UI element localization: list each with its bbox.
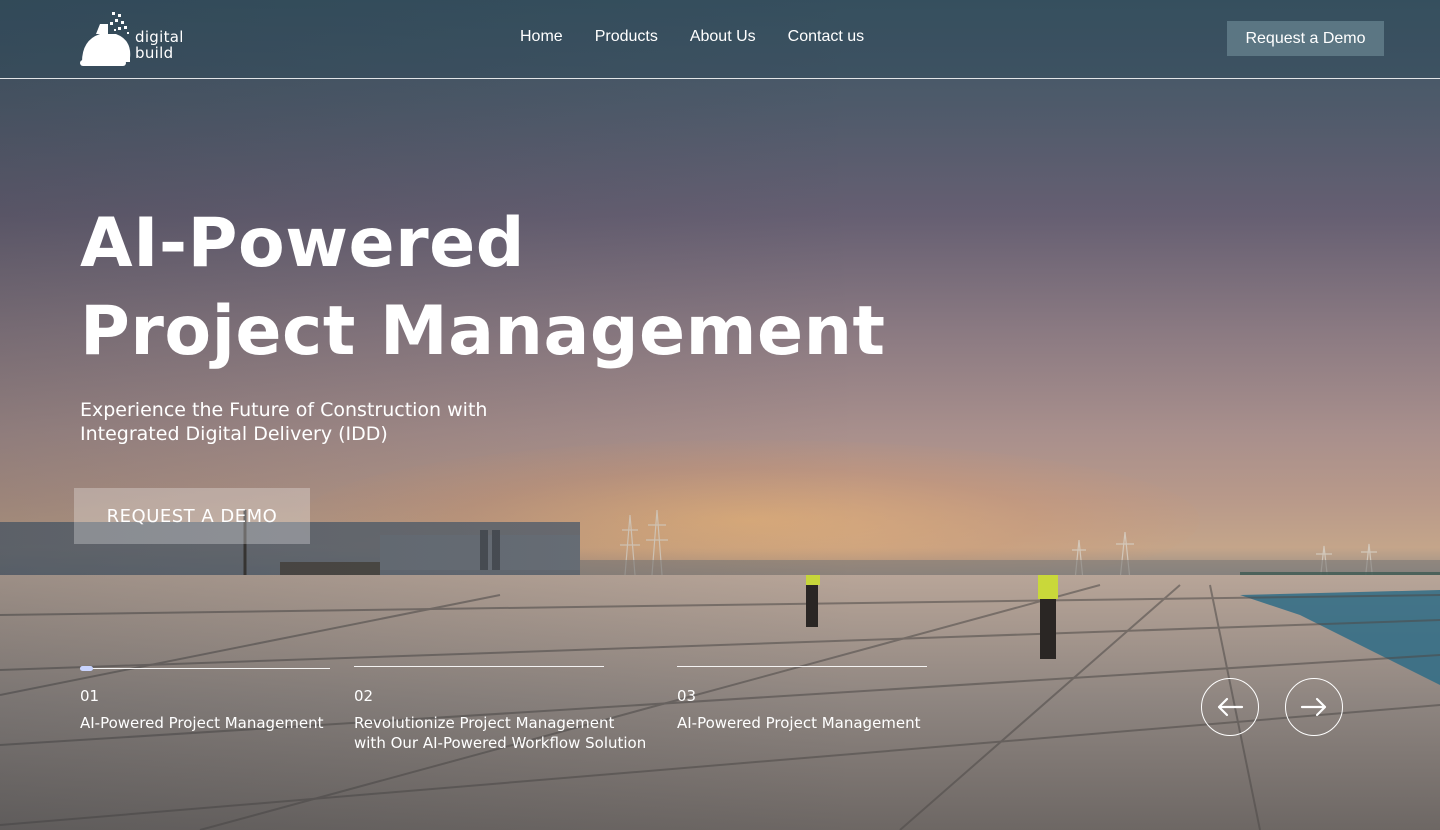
arrow-right-icon: [1300, 697, 1327, 717]
brand-name: digital build: [135, 29, 184, 61]
slide-indicator-1[interactable]: 01 AI-Powered Project Management: [80, 666, 330, 733]
hero-title-line1: AI-Powered: [80, 204, 525, 283]
slide-indicator-3[interactable]: 03 AI-Powered Project Management: [677, 666, 927, 733]
main-nav: Home Products About Us Contact us: [520, 28, 864, 46]
site-header: digital build Home Products About Us Con…: [0, 0, 1440, 79]
nav-contact-us[interactable]: Contact us: [788, 28, 864, 46]
slide-progress-track: [677, 666, 927, 667]
nav-home[interactable]: Home: [520, 28, 563, 46]
slide-number: 03: [677, 687, 697, 705]
slide-number: 01: [80, 687, 100, 705]
hero-title-line2: Project Management: [80, 292, 886, 371]
slide-label: AI-Powered Project Management: [677, 714, 921, 732]
slide-number: 02: [354, 687, 374, 705]
slide-indicator-2[interactable]: 02 Revolutionize Project Management with…: [354, 666, 646, 753]
nav-products[interactable]: Products: [595, 28, 658, 46]
hero-title: AI-Powered Project Management: [80, 200, 980, 376]
arrow-left-icon: [1217, 697, 1244, 717]
brand-name-line2: build: [135, 44, 174, 62]
prev-slide-button[interactable]: [1201, 678, 1259, 736]
next-slide-button[interactable]: [1285, 678, 1343, 736]
slide-label: AI-Powered Project Management: [80, 714, 324, 732]
brand-logo[interactable]: digital build: [80, 10, 200, 68]
nav-about-us[interactable]: About Us: [690, 28, 756, 46]
header-request-demo-button[interactable]: Request a Demo: [1227, 21, 1384, 56]
hero-request-demo-button[interactable]: REQUEST A DEMO: [74, 488, 310, 544]
hero-subtitle: Experience the Future of Construction wi…: [80, 399, 488, 445]
slide-progress-fill: [80, 666, 93, 671]
slide-progress-track: [354, 666, 604, 667]
slide-label: Revolutionize Project Management with Ou…: [354, 714, 647, 752]
hero-section: digital build Home Products About Us Con…: [0, 0, 1440, 830]
hard-hat-logo-icon: [80, 12, 131, 66]
brand-name-line1: digital: [135, 28, 184, 46]
slide-progress-track: [80, 666, 330, 671]
